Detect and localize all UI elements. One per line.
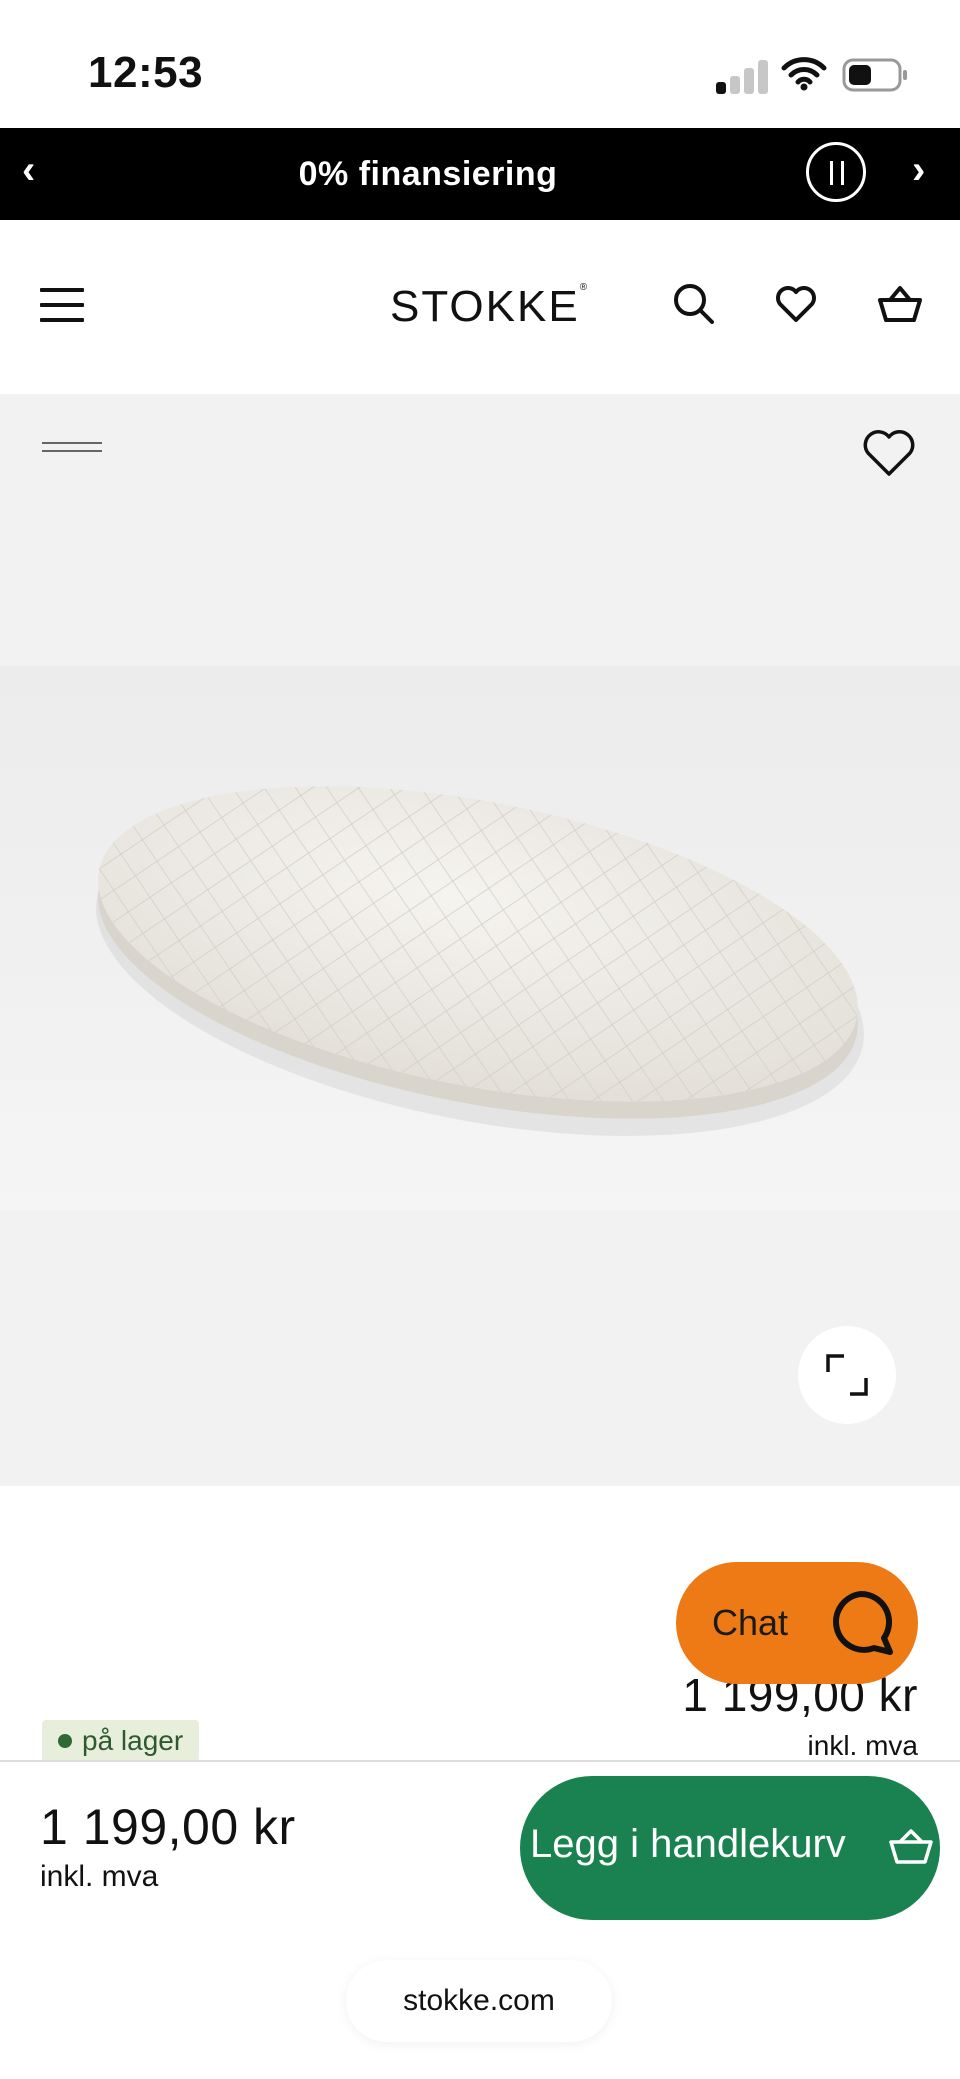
chat-label: Chat [712,1602,789,1643]
site-header: STOKKE® [0,220,960,394]
add-to-cart-button[interactable]: Legg i handlekurv [520,1776,940,1920]
wishlist-heart-icon[interactable] [860,424,918,482]
sticky-price: 1 199,00 kr [40,1799,296,1855]
add-to-cart-label: Legg i handlekurv [530,1822,846,1866]
announcement-pause-button[interactable] [806,142,866,202]
chat-bubble-icon [833,1591,893,1655]
cellular-signal-icon [716,58,768,94]
battery-icon [842,58,907,92]
stock-status-badge: på lager [42,1720,200,1762]
status-time: 12:53 [88,48,204,97]
browser-url-bar[interactable]: stokke.com [346,1960,612,2042]
expand-image-button[interactable] [798,1326,896,1424]
product-gallery[interactable] [0,394,960,1486]
wifi-icon [781,57,827,91]
search-icon[interactable] [670,280,718,328]
logo-registered-mark: ® [579,282,590,293]
basket-icon[interactable] [876,280,924,328]
logo-text: STOKKE [390,282,580,331]
mattress-image [96,786,864,1136]
status-bar: 12:53 [0,0,960,128]
in-stock-dot-icon [58,1733,72,1748]
basket-icon [889,1829,933,1864]
announcement-bar: ‹ 0% finansiering › [0,128,960,220]
heart-icon[interactable] [772,280,820,328]
gallery-indicator[interactable] [42,442,102,454]
announcement-text[interactable]: 0% finansiering [0,155,856,194]
announcement-next-button[interactable]: › [912,148,925,193]
stock-status-text: på lager [82,1725,184,1756]
product-image[interactable] [0,666,960,1210]
expand-icon [826,1354,868,1396]
chat-button[interactable]: Chat [676,1562,918,1684]
sticky-vat-note: inkl. mva [40,1860,159,1893]
product-vat-note: inkl. mva [807,1730,918,1761]
brand-logo[interactable]: STOKKE® [390,282,589,332]
menu-icon[interactable] [40,288,84,322]
